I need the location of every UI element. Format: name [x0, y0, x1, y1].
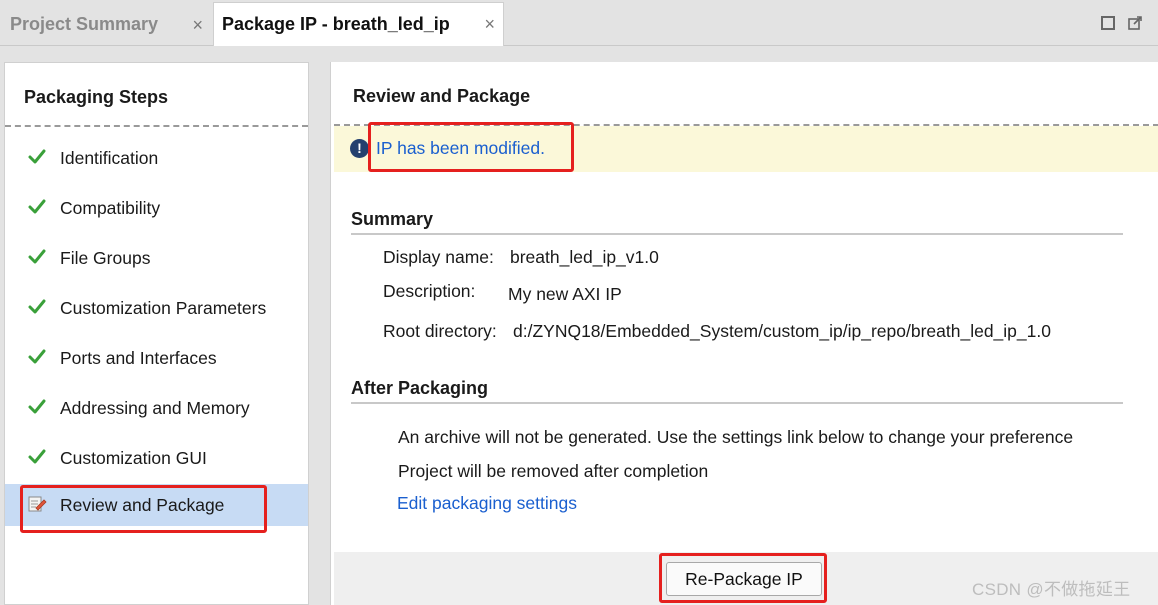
step-customization-parameters[interactable]: Customization Parameters — [5, 287, 308, 329]
divider — [5, 125, 308, 127]
description-label: Description: — [383, 281, 476, 301]
check-icon — [27, 297, 47, 317]
tab-package-ip[interactable]: Package IP - breath_led_ip × — [213, 2, 504, 46]
display-name-label: Display name: — [383, 247, 494, 267]
section-divider — [351, 402, 1123, 404]
step-label: Compatibility — [60, 197, 161, 218]
root-directory-label: Root directory: — [383, 321, 497, 341]
step-compatibility[interactable]: Compatibility — [5, 187, 308, 229]
section-heading-summary: Summary — [351, 209, 434, 229]
step-label: Review and Package — [60, 494, 225, 515]
step-file-groups[interactable]: File Groups — [5, 237, 308, 279]
check-icon — [27, 397, 47, 417]
banner-message[interactable]: IP has been modified. — [376, 138, 545, 159]
editor-tab-bar: Project Summary × Package IP - breath_le… — [0, 0, 1158, 46]
display-name-value: breath_led_ip_v1.0 — [510, 247, 659, 267]
step-label: Identification — [60, 147, 159, 168]
step-customization-gui[interactable]: Customization GUI — [5, 437, 308, 479]
maximize-icon[interactable] — [1101, 16, 1115, 30]
float-window-icon[interactable] — [1128, 16, 1142, 30]
check-icon — [27, 247, 47, 267]
step-review-and-package[interactable]: Review and Package — [5, 484, 308, 526]
step-label: Customization GUI — [60, 447, 207, 468]
tab-project-summary[interactable]: Project Summary × — [0, 4, 211, 45]
section-heading-after-packaging: After Packaging — [351, 378, 489, 398]
description-value: My new AXI IP — [508, 284, 622, 304]
check-icon — [27, 447, 47, 467]
project-removal-text: Project will be removed after completion — [398, 461, 709, 481]
step-label: File Groups — [60, 247, 151, 268]
page-title: Review and Package — [353, 86, 531, 106]
check-icon — [27, 147, 47, 167]
check-icon — [27, 197, 47, 217]
section-divider — [351, 233, 1123, 235]
re-package-ip-button[interactable]: Re-Package IP — [666, 562, 822, 596]
archive-info-text: An archive will not be generated. Use th… — [398, 427, 1074, 447]
panel-title: Packaging Steps — [24, 87, 169, 107]
tab-label: Project Summary — [10, 14, 159, 34]
check-icon — [27, 347, 47, 367]
edit-document-icon — [27, 494, 47, 514]
step-addressing-and-memory[interactable]: Addressing and Memory — [5, 387, 308, 429]
step-identification[interactable]: Identification — [5, 137, 308, 179]
watermark: CSDN @不做拖延王 — [972, 580, 1131, 599]
review-and-package-panel: Review and Package ! IP has been modifie… — [330, 62, 1158, 605]
root-directory-value: d:/ZYNQ18/Embedded_System/custom_ip/ip_r… — [513, 321, 1051, 341]
edit-packaging-settings-link[interactable]: Edit packaging settings — [397, 493, 577, 514]
step-label: Customization Parameters — [60, 297, 267, 318]
step-label: Ports and Interfaces — [60, 347, 217, 368]
status-banner: ! IP has been modified. — [334, 126, 1158, 172]
close-icon[interactable]: × — [192, 16, 203, 34]
step-label: Addressing and Memory — [60, 397, 250, 418]
step-ports-and-interfaces[interactable]: Ports and Interfaces — [5, 337, 308, 379]
info-icon: ! — [350, 139, 369, 158]
packaging-steps-panel: Packaging Steps Identification Compatibi… — [4, 62, 309, 605]
close-icon[interactable]: × — [484, 15, 495, 33]
tab-label: Package IP - breath_led_ip — [222, 14, 450, 34]
